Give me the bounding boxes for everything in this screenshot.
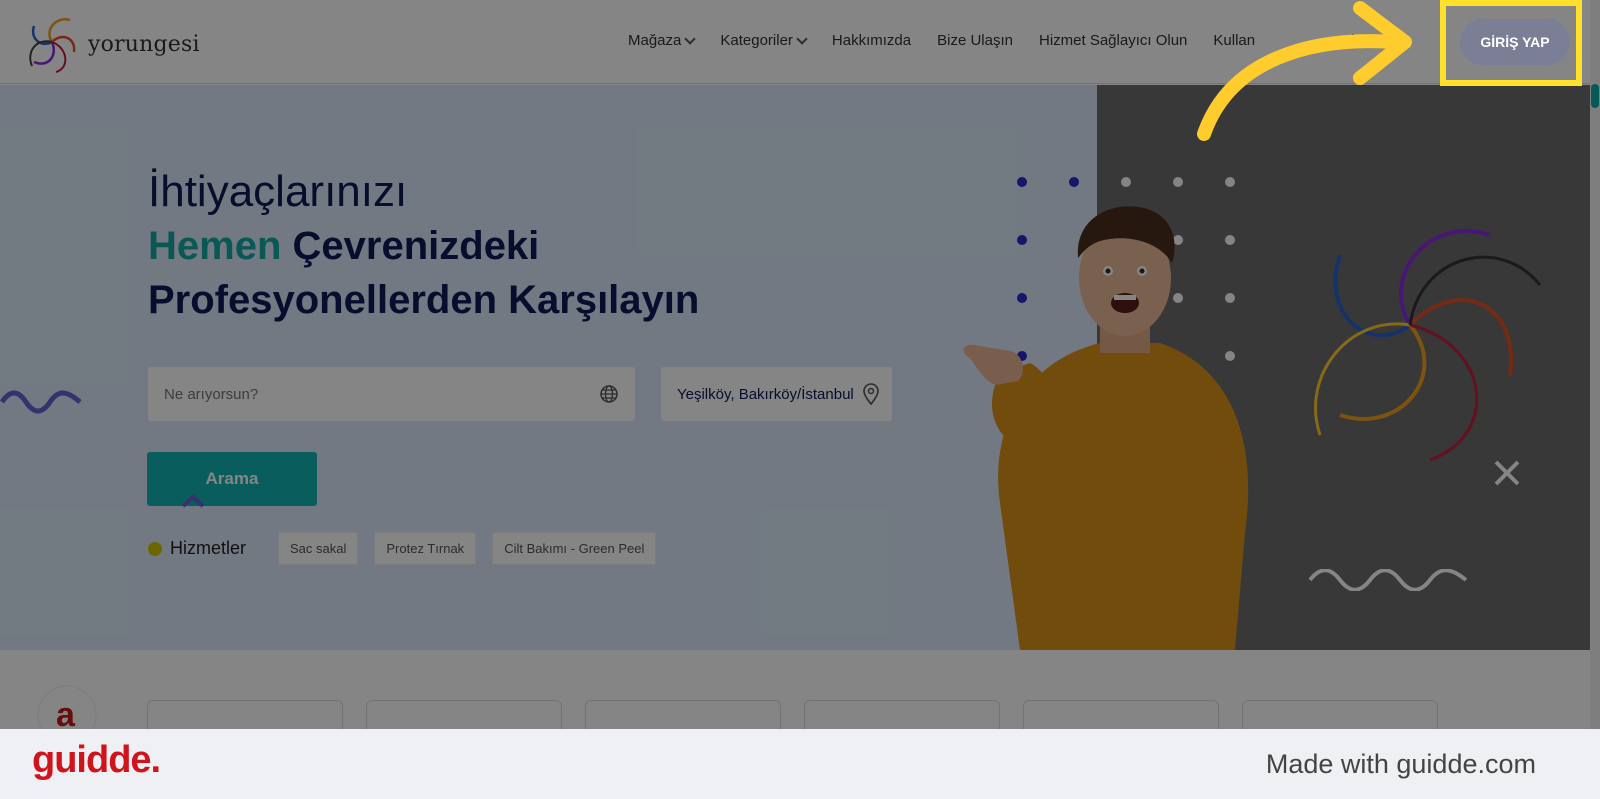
guidde-logo[interactable]: guidde. xyxy=(32,739,161,782)
made-with-text[interactable]: Made with guidde.com xyxy=(1266,749,1536,780)
guidde-footer: guidde. Made with guidde.com xyxy=(0,729,1600,799)
arrow-icon xyxy=(1197,1,1412,141)
highlight-box xyxy=(1440,0,1582,86)
